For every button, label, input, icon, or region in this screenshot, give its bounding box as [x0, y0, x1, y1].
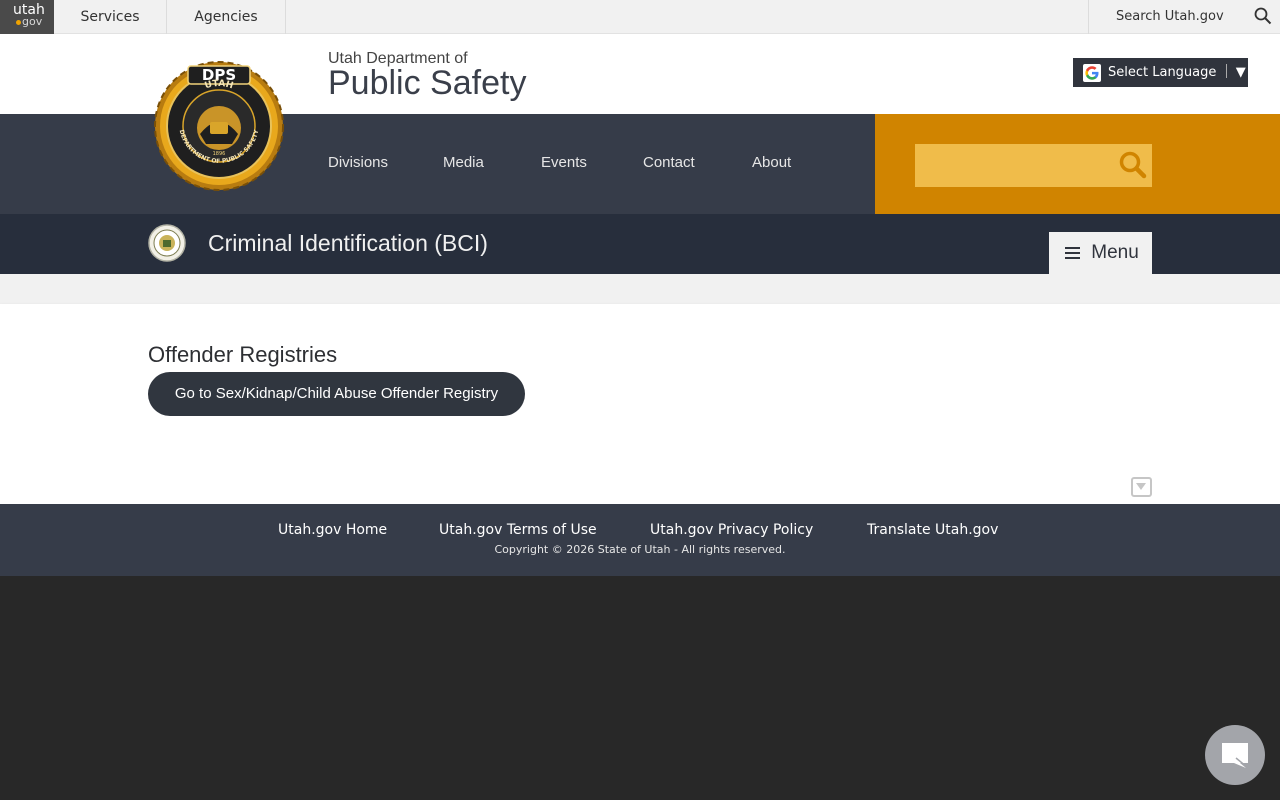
collapse-toggle-icon[interactable]: [1131, 477, 1152, 497]
offender-registry-button[interactable]: Go to Sex/Kidnap/Child Abuse Offender Re…: [148, 372, 525, 416]
utah-search[interactable]: Search Utah.gov: [1088, 0, 1280, 34]
page-heading: Offender Registries: [148, 342, 338, 367]
copyright-text: Copyright © 2026 State of Utah - All rig…: [494, 543, 786, 556]
tab-agencies[interactable]: Agencies: [167, 0, 286, 34]
utah-gov-logo[interactable]: utah gov: [0, 0, 54, 34]
menu-label: Menu: [1091, 242, 1139, 263]
svg-text:1896: 1896: [213, 151, 226, 157]
breadcrumb-strip: [0, 274, 1280, 304]
chat-button[interactable]: [1205, 725, 1265, 785]
nav-media[interactable]: Media: [443, 154, 484, 171]
main-content: Offender Registries Go to Sex/Kidnap/Chi…: [0, 304, 1280, 464]
site-search-input[interactable]: [915, 144, 1152, 187]
language-divider: [1225, 64, 1227, 78]
footer-link-privacy[interactable]: Utah.gov Privacy Policy: [650, 522, 813, 538]
agency-title[interactable]: Public Safety: [328, 64, 526, 103]
search-icon[interactable]: [1118, 150, 1148, 180]
footer-link-terms[interactable]: Utah.gov Terms of Use: [439, 522, 597, 538]
division-bar: Criminal Identification (BCI) Menu: [0, 214, 1280, 274]
site-search-panel: [875, 114, 1280, 214]
content-footer-strip: [0, 464, 1280, 504]
menu-bars-icon: [1065, 247, 1080, 259]
chat-icon: [1222, 743, 1248, 768]
language-label: Select Language: [1108, 65, 1217, 80]
dps-seal-logo[interactable]: 1896 DPS UTAH DEPARTMENT OF PUBLIC SAFET…: [152, 52, 286, 194]
search-icon[interactable]: [1254, 7, 1272, 25]
nav-about[interactable]: About: [752, 154, 791, 171]
nav-contact[interactable]: Contact: [643, 154, 695, 171]
site-footer: Utah.gov Home Utah.gov Terms of Use Utah…: [0, 504, 1280, 576]
division-title[interactable]: Criminal Identification (BCI): [208, 230, 488, 257]
footer-link-translate[interactable]: Translate Utah.gov: [867, 522, 998, 538]
language-select[interactable]: Select Language ▼: [1073, 58, 1248, 87]
utah-gov-bar: utah gov Services Agencies Search Utah.g…: [0, 0, 1280, 34]
menu-button[interactable]: Menu: [1049, 232, 1152, 274]
tab-services[interactable]: Services: [54, 0, 167, 34]
footer-link-home[interactable]: Utah.gov Home: [278, 522, 387, 538]
google-icon: [1083, 64, 1101, 82]
utah-logo-gov: gov: [13, 16, 54, 27]
nav-divisions[interactable]: Divisions: [328, 154, 388, 171]
language-caret-icon: ▼: [1235, 65, 1246, 80]
utah-search-label[interactable]: Search Utah.gov: [1116, 0, 1224, 34]
nav-events[interactable]: Events: [541, 154, 587, 171]
bci-seal-icon[interactable]: [148, 224, 186, 262]
